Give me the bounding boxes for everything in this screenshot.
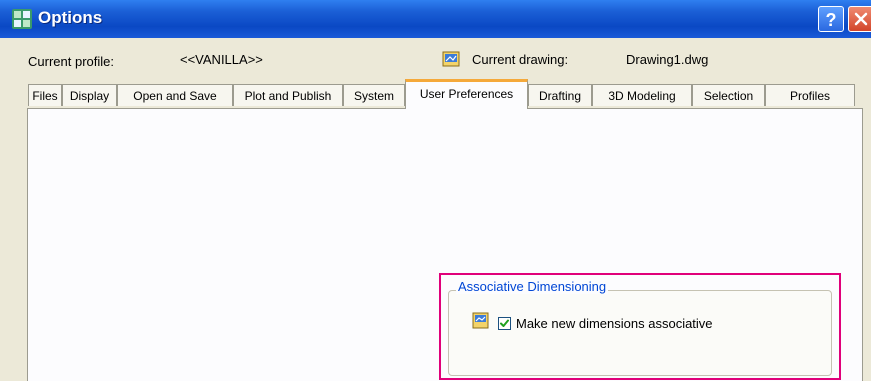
- options-dialog: Options ? Current profile: <<VANILLA>> C…: [0, 0, 871, 381]
- tab-user-preferences[interactable]: User Preferences: [405, 79, 528, 109]
- drawing-file-icon: [442, 51, 460, 67]
- tab-strip: Files Display Open and Save Plot and Pub…: [28, 78, 863, 109]
- help-button[interactable]: ?: [818, 6, 844, 32]
- current-drawing-value: Drawing1.dwg: [626, 52, 709, 67]
- tab-profiles[interactable]: Profiles: [765, 84, 855, 106]
- tab-plot-and-publish[interactable]: Plot and Publish: [233, 84, 343, 106]
- close-icon: [854, 12, 868, 26]
- current-drawing-label: Current drawing:: [472, 52, 569, 67]
- callout-highlight-box: [439, 273, 841, 380]
- tab-display[interactable]: Display: [62, 84, 117, 106]
- tab-3d-modeling[interactable]: 3D Modeling: [592, 84, 692, 106]
- current-profile-value: <<VANILLA>>: [180, 52, 263, 67]
- tab-selection[interactable]: Selection: [692, 84, 765, 106]
- tab-open-and-save[interactable]: Open and Save: [117, 84, 233, 106]
- current-profile-label: Current profile:: [28, 54, 114, 69]
- profile-row: Current profile: <<VANILLA>> Current dra…: [0, 38, 871, 78]
- close-button[interactable]: [848, 6, 871, 32]
- tab-drafting[interactable]: Drafting: [528, 84, 592, 106]
- tab-files[interactable]: Files: [28, 84, 62, 106]
- title-bar[interactable]: Options ?: [0, 0, 871, 38]
- options-app-icon: [12, 9, 32, 29]
- window-title: Options: [38, 8, 103, 27]
- tab-system[interactable]: System: [343, 84, 405, 106]
